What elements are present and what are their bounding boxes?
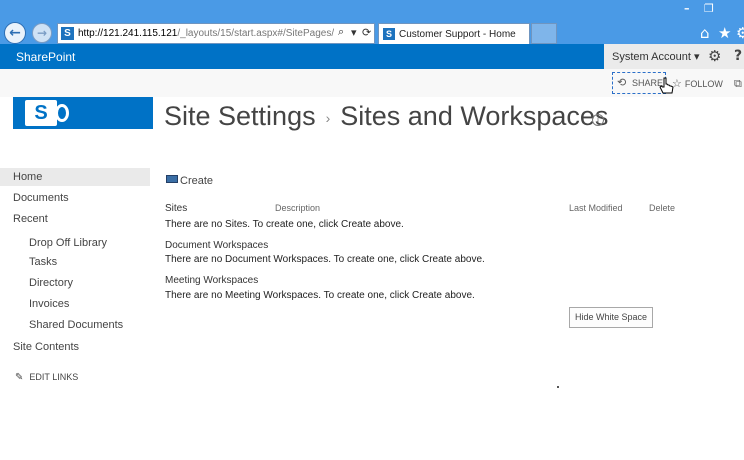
nav-item-site-contents[interactable]: Site Contents: [13, 341, 79, 353]
follow-button[interactable]: ☆ FOLLOW: [672, 77, 723, 90]
share-icon: ⟲: [617, 76, 627, 89]
title-site-settings-link[interactable]: Site Settings: [164, 101, 316, 131]
column-header-sites: Sites: [165, 203, 188, 214]
user-area: System Account ▾ ⚙ ?: [604, 44, 744, 69]
document-workspaces-heading: Document Workspaces: [165, 240, 269, 251]
sharepoint-brand-link[interactable]: SharePoint: [16, 50, 75, 64]
user-caret-icon: ▾: [693, 51, 700, 63]
create-label: Create: [180, 175, 214, 187]
breadcrumb-separator-icon: ›: [325, 109, 331, 126]
column-header-description: Description: [275, 203, 321, 213]
share-button[interactable]: ⟲ SHARE: [612, 72, 666, 94]
hide-white-space-button[interactable]: Hide White Space: [569, 307, 653, 328]
forward-arrow-icon: →: [36, 26, 48, 40]
stray-dot: [557, 386, 559, 388]
column-header-last-modified: Last Modified: [569, 203, 623, 213]
minimize-icon[interactable]: –: [684, 2, 690, 15]
nav-item-tasks[interactable]: Tasks: [29, 256, 57, 268]
pencil-icon: ✎: [15, 372, 24, 383]
address-url[interactable]: http://121.241.115.121/_layouts/15/start…: [78, 28, 334, 39]
address-dropdown-icon[interactable]: ▾: [351, 26, 357, 39]
site-logo[interactable]: S: [13, 97, 153, 129]
edit-links-button[interactable]: ✎ EDIT LINKS: [15, 372, 78, 383]
search-icon[interactable]: ⌕: [338, 26, 344, 39]
meeting-workspaces-empty-message: There are no Meeting Workspaces. To crea…: [165, 290, 475, 301]
suite-bar: SharePoint System Account ▾ ⚙ ?: [0, 44, 744, 69]
nav-item-documents[interactable]: Documents: [13, 192, 69, 204]
restore-icon[interactable]: ❐: [704, 2, 714, 15]
sharepoint-tab-icon: S: [383, 28, 395, 40]
edit-links-label: EDIT LINKS: [29, 372, 79, 382]
sharepoint-logo-icon: S: [25, 100, 57, 126]
create-icon: [166, 175, 178, 183]
sites-empty-message: There are no Sites. To create one, click…: [165, 219, 404, 230]
forward-button[interactable]: →: [32, 23, 52, 43]
info-icon[interactable]: i: [592, 114, 604, 126]
home-icon[interactable]: ⌂: [700, 24, 710, 42]
hand-cursor-icon: [659, 77, 674, 94]
settings-gear-icon[interactable]: ⚙: [708, 47, 721, 65]
create-link[interactable]: Create: [166, 175, 213, 187]
column-header-delete: Delete: [649, 203, 676, 213]
address-bar[interactable]: S http://121.241.115.121/_layouts/15/sta…: [57, 23, 375, 44]
user-name: System Account: [612, 51, 691, 63]
follow-label: FOLLOW: [684, 79, 723, 89]
browser-tab-customer-support[interactable]: S Customer Support - Home: [378, 23, 530, 44]
tab-title: Customer Support - Home: [399, 29, 516, 40]
page-action-row: ⟲ SHARE ☆ FOLLOW ⧉: [0, 69, 744, 97]
refresh-icon[interactable]: ⟳: [362, 26, 371, 39]
document-workspaces-empty-message: There are no Document Workspaces. To cre…: [165, 254, 485, 265]
user-menu[interactable]: System Account ▾: [612, 50, 699, 63]
page-title: Site Settings › Sites and Workspaces: [164, 101, 608, 132]
nav-item-invoices[interactable]: Invoices: [29, 298, 69, 310]
help-icon[interactable]: ?: [734, 48, 742, 64]
tools-gear-icon[interactable]: ⚙: [736, 24, 744, 42]
nav-item-shared-documents[interactable]: Shared Documents: [29, 319, 123, 331]
meeting-workspaces-heading: Meeting Workspaces: [165, 275, 259, 286]
url-path: /_layouts/15/start.aspx#/SitePages/Hor: [177, 28, 334, 39]
favorites-star-icon[interactable]: ★: [718, 24, 731, 42]
browser-chrome: ← → S http://121.241.115.121/_layouts/15…: [0, 0, 744, 44]
new-tab-button[interactable]: [531, 23, 557, 44]
url-host: http://121.241.115.121: [78, 28, 178, 39]
back-arrow-icon: ←: [9, 25, 21, 41]
nav-item-drop-off-library[interactable]: Drop Off Library: [29, 237, 107, 249]
sharepoint-logo-p-icon: [55, 104, 69, 122]
nav-item-recent[interactable]: Recent: [13, 213, 48, 225]
back-button[interactable]: ←: [4, 22, 26, 44]
nav-item-directory[interactable]: Directory: [29, 277, 73, 289]
sharepoint-favicon-icon: S: [61, 27, 74, 40]
title-sites-workspaces: Sites and Workspaces: [340, 101, 609, 131]
focus-on-content-icon[interactable]: ⧉: [734, 77, 742, 91]
nav-item-home[interactable]: Home: [13, 171, 42, 183]
